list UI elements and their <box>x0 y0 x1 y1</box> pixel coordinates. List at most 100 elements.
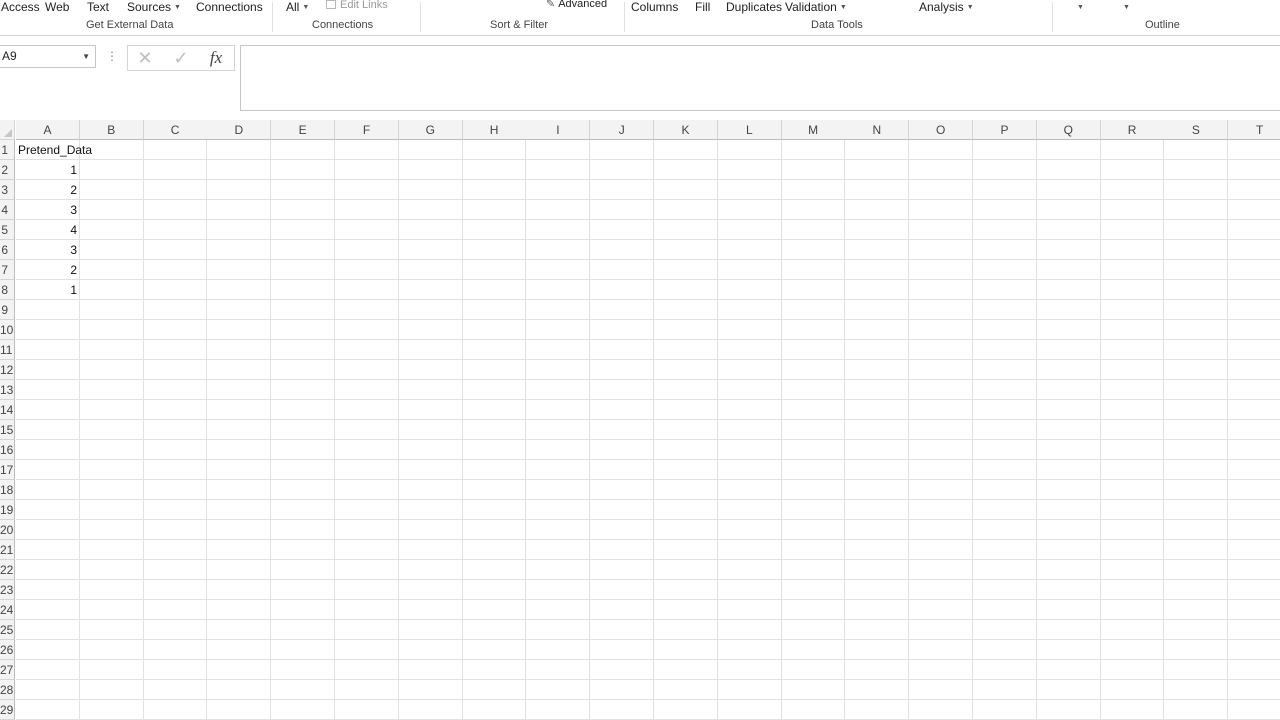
data-validation-button[interactable]: Validation ▼ <box>785 0 847 14</box>
cell-a5[interactable]: 4 <box>16 220 80 240</box>
cell-a6[interactable]: 3 <box>16 240 80 260</box>
column-header-d[interactable]: D <box>207 120 272 140</box>
row-header-12[interactable]: 12 <box>0 360 15 380</box>
column-header-b[interactable]: B <box>79 120 144 140</box>
formula-bar-buttons: ✕ ✓ fx <box>127 45 235 71</box>
row-header-5[interactable]: 5 <box>0 220 15 240</box>
row-header-21[interactable]: 21 <box>0 540 15 560</box>
formula-bar: A9 ▼ ⋮ ✕ ✓ fx <box>0 37 1280 119</box>
row-header-15[interactable]: 15 <box>0 420 15 440</box>
advanced-filter-icon: ✎ <box>546 0 556 10</box>
row-header-24[interactable]: 24 <box>0 600 15 620</box>
chevron-down-icon[interactable]: ▼ <box>82 46 90 67</box>
row-header-25[interactable]: 25 <box>0 620 15 640</box>
column-header-i[interactable]: I <box>526 120 591 140</box>
cell-a4[interactable]: 3 <box>16 200 80 220</box>
select-all-button[interactable] <box>0 120 15 140</box>
group-label-get-external-data: Get External Data <box>86 19 174 31</box>
cell-a7[interactable]: 2 <box>16 260 80 280</box>
gridlines <box>16 140 1280 720</box>
group-dropdown-button[interactable]: ▼ <box>1074 0 1084 14</box>
dropdown-caret-icon: ▼ <box>302 4 310 11</box>
ribbon: Access Web Text Sources ▼ Connections All… <box>0 0 1280 36</box>
column-header-l[interactable]: L <box>717 120 782 140</box>
column-header-r[interactable]: R <box>1100 120 1165 140</box>
column-header-n[interactable]: N <box>845 120 910 140</box>
cell-a1[interactable]: Pretend_Data <box>16 140 144 160</box>
row-header-19[interactable]: 19 <box>0 500 15 520</box>
ungroup-dropdown-button[interactable]: ▼ <box>1120 0 1130 14</box>
row-header-10[interactable]: 10 <box>0 320 15 340</box>
dropdown-caret-icon: ▼ <box>1077 4 1084 11</box>
row-header-3[interactable]: 3 <box>0 180 15 200</box>
row-header-13[interactable]: 13 <box>0 380 15 400</box>
dropdown-caret-icon: ▼ <box>1123 4 1130 11</box>
dropdown-caret-icon: ▼ <box>174 4 181 11</box>
edit-links-button[interactable]: Edit Links <box>326 0 388 12</box>
cell-a8[interactable]: 1 <box>16 280 80 300</box>
column-header-e[interactable]: E <box>271 120 336 140</box>
edit-links-label: Edit Links <box>340 0 388 11</box>
text-to-columns-button[interactable]: Columns <box>631 0 678 14</box>
row-header-16[interactable]: 16 <box>0 440 15 460</box>
column-header-a[interactable]: A <box>16 120 80 140</box>
row-header-22[interactable]: 22 <box>0 560 15 580</box>
row-header-8[interactable]: 8 <box>0 280 15 300</box>
dropdown-caret-icon: ▼ <box>966 4 974 11</box>
existing-connections-button[interactable]: Connections <box>196 0 263 14</box>
enter-icon[interactable]: ✓ <box>168 47 194 69</box>
cell-a2[interactable]: 1 <box>16 160 80 180</box>
row-header-27[interactable]: 27 <box>0 660 15 680</box>
row-header-7[interactable]: 7 <box>0 260 15 280</box>
worksheet-grid[interactable]: ABCDEFGHIJKLMNOPQRST 1 2 3 4 5 6 7 8 9 10 11 12 13 14… <box>0 120 1280 720</box>
column-header-t[interactable]: T <box>1228 120 1280 140</box>
row-header-17[interactable]: 17 <box>0 460 15 480</box>
row-header-4[interactable]: 4 <box>0 200 15 220</box>
row-header-20[interactable]: 20 <box>0 520 15 540</box>
column-header-s[interactable]: S <box>1164 120 1229 140</box>
from-text-button[interactable]: Text <box>87 0 109 14</box>
row-header-11[interactable]: 11 <box>0 340 15 360</box>
column-header-o[interactable]: O <box>909 120 974 140</box>
refresh-all-button[interactable]: All ▼ <box>286 0 309 14</box>
cancel-icon[interactable]: ✕ <box>132 47 158 69</box>
row-header-1[interactable]: 1 <box>0 140 15 160</box>
row-header-14[interactable]: 14 <box>0 400 15 420</box>
all-label: All <box>286 0 300 14</box>
column-header-j[interactable]: J <box>590 120 655 140</box>
group-label-sort-filter: Sort & Filter <box>490 19 549 31</box>
from-web-button[interactable]: Web <box>45 0 69 14</box>
formula-input[interactable] <box>240 45 1280 111</box>
row-header-18[interactable]: 18 <box>0 480 15 500</box>
column-header-p[interactable]: P <box>973 120 1037 140</box>
row-header-6[interactable]: 6 <box>0 240 15 260</box>
row-header-23[interactable]: 23 <box>0 580 15 600</box>
cell-a3[interactable]: 2 <box>16 180 80 200</box>
column-header-f[interactable]: F <box>335 120 399 140</box>
advanced-filter-button[interactable]: ✎ Advanced <box>546 0 607 11</box>
analysis-label: Analysis <box>919 0 964 14</box>
column-header-h[interactable]: H <box>462 120 527 140</box>
remove-duplicates-button[interactable]: Duplicates <box>726 0 782 14</box>
flash-fill-button[interactable]: Fill <box>695 0 710 14</box>
insert-function-icon[interactable]: fx <box>202 47 230 69</box>
what-if-analysis-button[interactable]: Analysis ▼ <box>919 0 974 14</box>
from-access-button[interactable]: Access <box>1 0 40 14</box>
column-header-g[interactable]: G <box>398 120 463 140</box>
row-header-28[interactable]: 28 <box>0 680 15 700</box>
row-header-2[interactable]: 2 <box>0 160 15 180</box>
column-header-q[interactable]: Q <box>1036 120 1101 140</box>
row-header-26[interactable]: 26 <box>0 640 15 660</box>
name-box[interactable]: A9 ▼ <box>0 45 96 68</box>
group-separator <box>1052 2 1053 32</box>
from-other-sources-button[interactable]: Sources ▼ <box>127 0 181 14</box>
sources-label: Sources <box>127 0 172 14</box>
row-header-9[interactable]: 9 <box>0 300 15 320</box>
column-header-c[interactable]: C <box>143 120 208 140</box>
group-label-outline: Outline <box>1145 19 1180 31</box>
row-header-29[interactable]: 29 <box>0 700 15 720</box>
resize-handle-icon[interactable]: ⋮ <box>106 49 118 63</box>
column-header-m[interactable]: M <box>781 120 846 140</box>
group-separator <box>272 2 273 32</box>
column-header-k[interactable]: K <box>654 120 718 140</box>
